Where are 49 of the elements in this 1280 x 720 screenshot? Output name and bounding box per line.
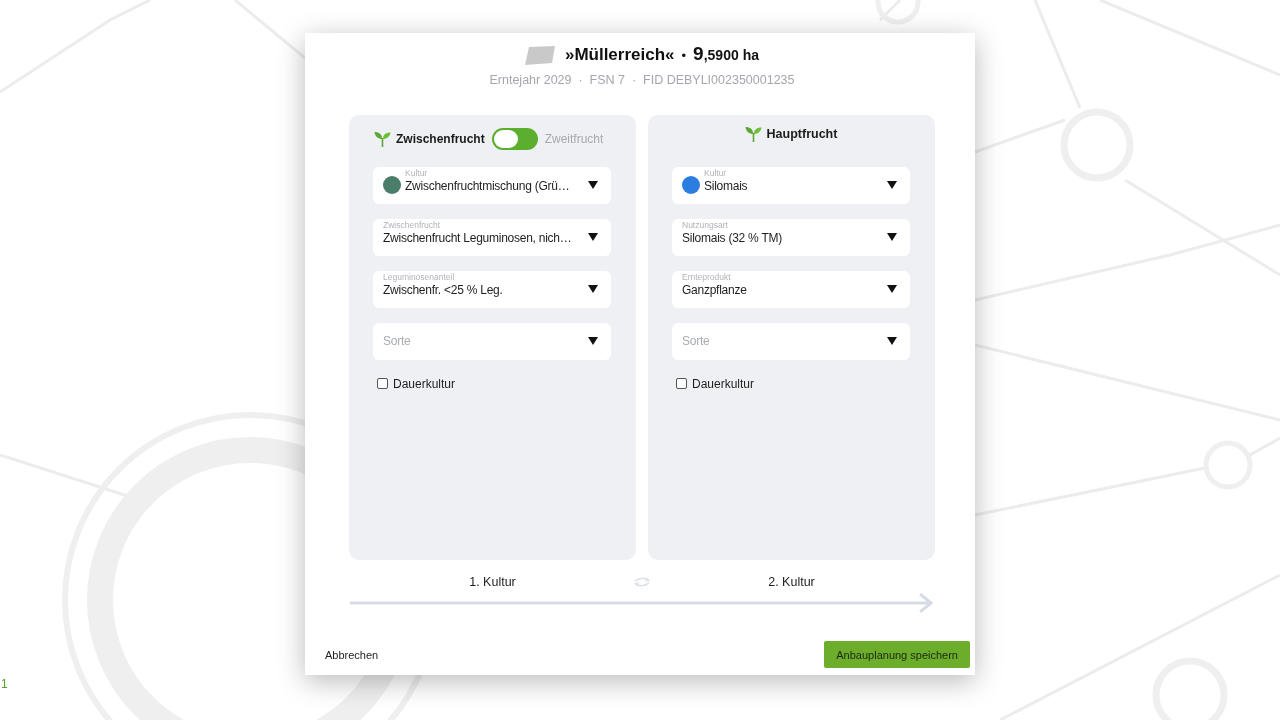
select-field[interactable]: Kultur Silomais [672,166,910,204]
field-label: Leguminosenanteil [383,272,455,282]
area-unit: ha [742,47,760,63]
checkbox-label[interactable]: Dauerkultur [692,376,755,391]
field-label: Kultur [704,168,727,178]
caret-icon [887,337,897,346]
field-label: Ernteprodukt [682,272,731,282]
field-label: Nutzungsart [682,220,728,230]
sequence-label: 2. Kultur [768,575,815,590]
toggle-option-label[interactable]: Zwischenfrucht [396,131,485,146]
cancel-button[interactable]: Abbrechen [325,644,379,665]
field-value: Silomais [704,177,748,195]
field-label: Kultur [405,168,428,178]
sequence-label: 1. Kultur [469,575,516,590]
field-subtitle: Erntejahr 2029 · FSN 7 · FID DEBYLI002350001235 [489,72,795,89]
caret-icon [887,285,897,294]
field-value: Ganzpflanze [682,282,747,299]
checkbox-label[interactable]: Dauerkultur [393,376,456,391]
select-field[interactable]: Ernteprodukt Ganzpflanze [672,270,910,308]
field-value: Zwischenfr. <25 % Leg. [383,282,503,299]
save-button[interactable]: Anbauplanung speichern [824,641,970,668]
area-value: 9 [693,43,704,65]
slide-number: 1 [1,677,8,691]
select-field[interactable]: Leguminosenanteil Zwischenfr. <25 % Leg. [373,270,611,308]
caret-icon [588,337,598,346]
caret-icon [588,181,598,190]
caret-icon [588,233,598,242]
select-field[interactable]: Kultur Zwischenfruchtmischung (Grü… [373,166,611,204]
caret-icon [588,285,598,294]
caret-icon [887,181,897,190]
field-name: »Müllerreich« [564,45,675,65]
area-decimals: ,5900 [703,47,739,63]
checkbox[interactable] [676,378,687,390]
panel-title: Hauptfrucht [766,126,838,141]
title-separator: • [681,48,687,63]
field-placeholder: Sorte [383,332,411,350]
select-field[interactable]: Zwischenfrucht Zwischenfrucht Leguminosen, nich… [373,218,611,256]
sprout-icon [744,125,762,142]
checkbox[interactable] [377,378,388,390]
select-field[interactable]: Nutzungsart Silomais (32 % TM) [672,218,910,256]
caret-icon [887,233,897,242]
field-label: Zwischenfrucht [383,220,441,230]
field-placeholder: Sorte [682,332,710,350]
sprout-icon [374,130,391,147]
field-value: Zwischenfruchtmischung (Grü… [405,177,570,195]
field-value: Silomais (32 % TM) [682,230,782,247]
field-value: Zwischenfrucht Leguminosen, nich… [383,229,572,247]
toggle-switch[interactable] [491,127,538,150]
field-shape-icon [524,45,555,65]
